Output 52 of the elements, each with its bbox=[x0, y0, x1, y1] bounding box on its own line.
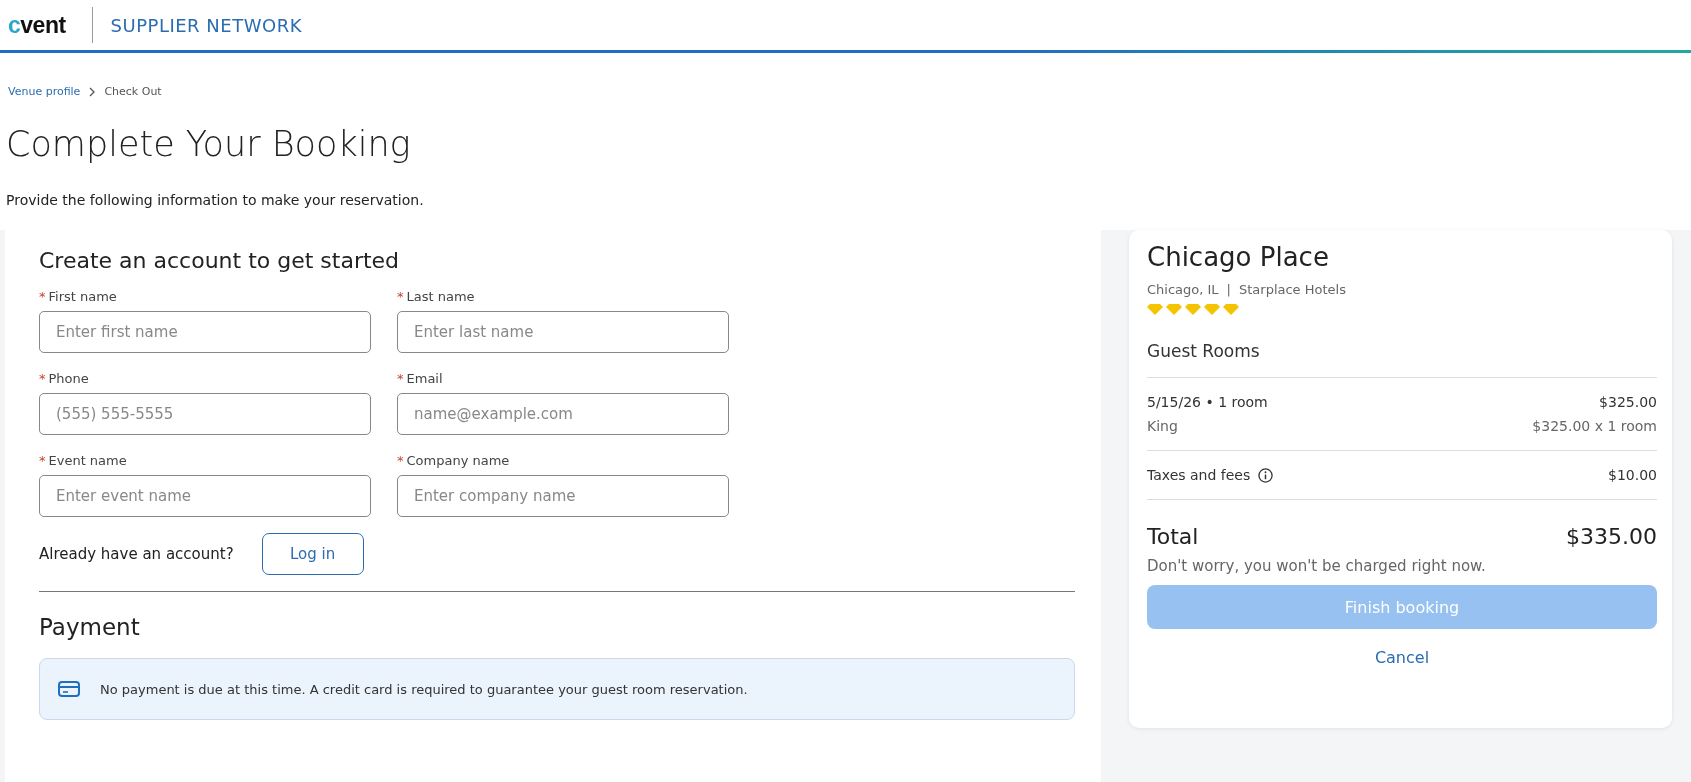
chevron-icon bbox=[88, 86, 97, 97]
breadcrumb-current: Check Out bbox=[104, 85, 162, 98]
field-label: Company name bbox=[406, 453, 510, 468]
field-label: Last name bbox=[406, 289, 475, 304]
required-mark: * bbox=[39, 453, 46, 468]
field-label: Event name bbox=[48, 453, 127, 468]
required-mark: * bbox=[39, 289, 46, 304]
venue-name: Chicago Place bbox=[1147, 242, 1330, 272]
field-label: Phone bbox=[48, 371, 89, 386]
required-mark: * bbox=[39, 371, 46, 386]
line-amount: $325.00 x 1 room bbox=[1532, 418, 1657, 434]
line-label: 5/15/26 • 1 room bbox=[1147, 394, 1268, 410]
field-label: First name bbox=[48, 289, 117, 304]
field-label: Email bbox=[406, 371, 443, 386]
line-label: Taxes and fees bbox=[1147, 467, 1251, 483]
diamond-icon bbox=[1223, 303, 1239, 315]
info-icon[interactable] bbox=[1258, 467, 1274, 483]
input-field[interactable]: Enter event name bbox=[39, 475, 371, 517]
cancel-link[interactable]: Cancel bbox=[1368, 647, 1436, 668]
line-label: King bbox=[1147, 418, 1178, 434]
page-title: Complete Your Booking bbox=[6, 124, 412, 164]
line-amount: $10.00 bbox=[1608, 467, 1657, 483]
required-mark: * bbox=[397, 453, 404, 468]
diamond-icon bbox=[1185, 303, 1201, 315]
section-heading: Guest Rooms bbox=[1147, 341, 1657, 378]
required-mark: * bbox=[397, 289, 404, 304]
charge-note: Don't worry, you won't be charged right now. bbox=[1147, 557, 1487, 575]
venue-city: Chicago, IL bbox=[1147, 282, 1219, 297]
line-amount: $325.00 bbox=[1599, 394, 1657, 410]
login-button[interactable]: Log in bbox=[261, 533, 364, 575]
input-field[interactable]: Enter last name bbox=[397, 311, 729, 353]
input-field[interactable]: Enter company name bbox=[397, 475, 729, 517]
diamond-icon bbox=[1166, 303, 1182, 315]
diamond-icon bbox=[1147, 303, 1163, 315]
login-prompt: Already have an account? bbox=[39, 545, 234, 563]
logo: cvent bbox=[8, 7, 93, 43]
venue-brand: Starplace Hotels bbox=[1239, 282, 1346, 297]
required-mark: * bbox=[397, 371, 404, 386]
input-field[interactable]: Enter first name bbox=[39, 311, 371, 353]
input-field[interactable]: name@example.com bbox=[397, 393, 729, 435]
separator: | bbox=[1226, 282, 1231, 297]
total-label: Total bbox=[1147, 524, 1199, 549]
input-field[interactable]: (555) 555-5555 bbox=[39, 393, 371, 435]
breadcrumb-link[interactable]: Venue profile bbox=[8, 85, 81, 98]
total-amount: $335.00 bbox=[1566, 524, 1657, 549]
section-heading: Payment bbox=[39, 614, 141, 640]
credit-card-icon bbox=[58, 681, 80, 697]
page-subtitle: Provide the following information to make your reservation. bbox=[6, 192, 425, 208]
product-name: SUPPLIER NETWORK bbox=[110, 14, 302, 36]
notice-text: No payment is due at this time. A credit card is required to guarantee your guest room reservation. bbox=[100, 681, 748, 697]
section-heading: Create an account to get started bbox=[39, 248, 401, 273]
diamond-icon bbox=[1204, 303, 1220, 315]
